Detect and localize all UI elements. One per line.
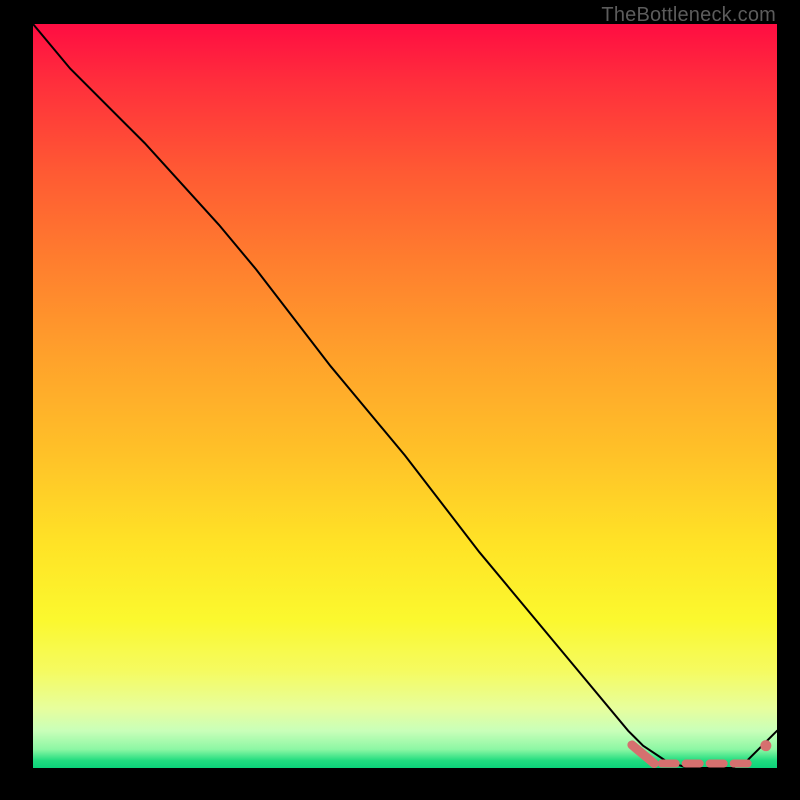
curve-path <box>33 24 777 768</box>
end-marker <box>760 740 771 751</box>
dash-lead <box>632 745 654 764</box>
dashed-baseline <box>632 745 751 764</box>
main-curve <box>33 24 777 768</box>
chart-frame: TheBottleneck.com <box>0 0 800 800</box>
chart-overlay <box>33 24 777 768</box>
end-dot <box>760 740 771 751</box>
